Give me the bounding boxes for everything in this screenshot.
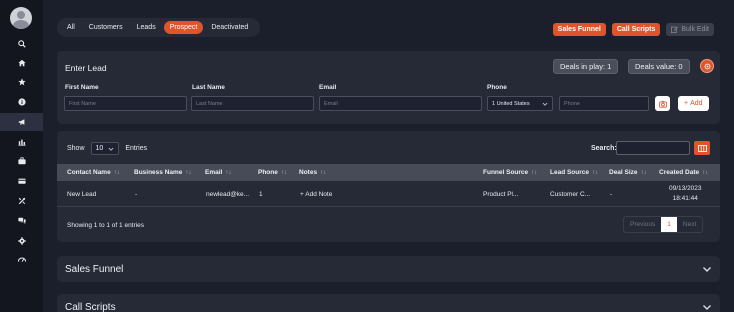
country-code-value: 1 United States (492, 100, 530, 107)
sidebar (0, 0, 43, 312)
cell-funnel-source: Product Pl... (483, 190, 519, 198)
search-icon[interactable] (0, 35, 43, 53)
chevron-down-icon (542, 102, 548, 106)
col-notes[interactable]: Notes ↑↓ (299, 164, 326, 181)
entries-value: 10 (95, 145, 104, 152)
add-lead-label: Add (690, 100, 703, 107)
megaphone-icon[interactable] (0, 113, 43, 131)
created-time: 18:41:44 (672, 195, 698, 202)
table-header: Contact Name ↑↓ Business Name ↑↓ Email ↑↓ P… (57, 164, 720, 181)
cell-created-date: 09/13/2023 18:41:44 (669, 181, 702, 207)
last-name-input[interactable]: Last Name (191, 96, 314, 111)
bulk-edit-label: Bulk Edit (681, 26, 709, 33)
last-name-label: Last Name (192, 84, 225, 91)
settings-button[interactable] (700, 59, 714, 73)
chevron-down-icon (108, 147, 114, 151)
briefcase-icon[interactable] (0, 152, 43, 170)
chart-icon[interactable] (0, 133, 43, 151)
sales-funnel-button[interactable]: Sales Funnel (552, 23, 606, 36)
search-input[interactable] (616, 141, 690, 155)
country-code-select[interactable]: 1 United States (487, 96, 553, 111)
tab-all[interactable]: All (61, 21, 81, 34)
showing-info: Showing 1 to 1 of 1 entries (67, 222, 144, 229)
camera-icon (658, 100, 667, 108)
top-actions: Sales Funnel Call Scripts Bulk Edit (552, 23, 714, 36)
speedometer-icon[interactable] (0, 251, 43, 269)
first-name-label: First Name (65, 84, 99, 91)
pagination: Previous 1 Next (623, 216, 704, 233)
show-entries: Show 10 Entries (67, 142, 147, 155)
bulk-edit-button[interactable]: Bulk Edit (666, 23, 714, 36)
cell-deal-size: - (610, 190, 613, 198)
col-created-date[interactable]: Created Date ↑↓ (659, 164, 708, 181)
table-row[interactable]: New Lead - newlead@ke... 1 + Add Note Pr… (57, 181, 720, 207)
deals-in-play-badge: Deals in play: 1 (553, 59, 619, 74)
col-deal-size[interactable]: Deal Size ↑↓ (609, 164, 647, 181)
call-scripts-title: Call Scripts (65, 301, 116, 312)
cell-email: newlead@ke... (206, 190, 250, 198)
tools-icon[interactable] (0, 192, 43, 210)
show-label: Show (67, 145, 85, 152)
search-label: Search: (591, 145, 617, 152)
add-note-link[interactable]: + Add Note (300, 181, 332, 207)
tab-deactivated[interactable]: Deactivated (205, 21, 254, 34)
previous-page-button[interactable]: Previous (624, 217, 661, 232)
cell-contact-name[interactable]: New Lead (67, 181, 96, 207)
col-business-name[interactable]: Business Name ↑↓ (134, 164, 191, 181)
tab-leads[interactable]: Leads (131, 21, 162, 34)
leads-table-card: Show 10 Entries Search: Contact Name ↑↓ B… (57, 131, 720, 242)
cell-lead-source: Customer C... (550, 190, 591, 198)
camera-button[interactable] (655, 96, 670, 111)
entries-select[interactable]: 10 (90, 142, 120, 155)
enter-lead-card: Enter Lead Deals in play: 1 Deals value:… (57, 51, 720, 124)
tab-prospect[interactable]: Prospect (163, 21, 204, 34)
enter-lead-title: Enter Lead (65, 63, 107, 73)
main-content: All Customers Leads Prospect Deactivated… (43, 0, 734, 312)
info-icon[interactable] (0, 93, 43, 111)
email-input[interactable]: Email (319, 96, 482, 111)
column-toggle-button[interactable] (694, 141, 710, 155)
edit-icon (671, 26, 679, 33)
cell-business-name: - (135, 190, 138, 198)
cell-phone: 1 (259, 190, 263, 198)
next-page-button[interactable]: Next (677, 217, 702, 232)
gear-icon (704, 63, 710, 69)
gear-icon[interactable] (0, 232, 43, 250)
filter-tabs: All Customers Leads Prospect Deactivated (57, 18, 261, 37)
col-funnel-source[interactable]: Funnel Source ↑↓ (483, 164, 537, 181)
call-scripts-accordion[interactable]: Call Scripts (57, 294, 720, 312)
phone-input[interactable]: Phone (559, 96, 649, 111)
chat-icon[interactable] (0, 212, 43, 230)
entries-label: Entries (125, 145, 148, 152)
call-scripts-button[interactable]: Call Scripts (611, 23, 661, 36)
tab-customers[interactable]: Customers (83, 21, 129, 34)
phone-label: Phone (487, 84, 507, 91)
sales-funnel-title: Sales Funnel (65, 263, 124, 275)
avatar[interactable] (10, 7, 32, 29)
chevron-down-icon (703, 305, 711, 310)
col-phone[interactable]: Phone ↑↓ (258, 164, 287, 181)
card-icon[interactable] (0, 172, 43, 190)
chevron-down-icon (703, 267, 711, 272)
deals-value-badge: Deals value: 0 (628, 59, 690, 74)
created-date: 09/13/2023 (669, 185, 702, 192)
col-lead-source[interactable]: Lead Source ↑↓ (550, 164, 598, 181)
plus-icon: + (684, 100, 689, 107)
columns-icon (697, 144, 707, 152)
sales-funnel-accordion[interactable]: Sales Funnel (57, 256, 720, 282)
col-contact-name[interactable]: Contact Name ↑↓ (67, 164, 120, 181)
email-label: Email (319, 84, 337, 91)
add-lead-button[interactable]: + Add (678, 96, 709, 111)
page-1-button[interactable]: 1 (661, 217, 677, 232)
star-icon[interactable] (0, 73, 43, 91)
col-email[interactable]: Email ↑↓ (205, 164, 231, 181)
first-name-input[interactable]: First Name (64, 96, 187, 111)
home-icon[interactable] (0, 54, 43, 72)
